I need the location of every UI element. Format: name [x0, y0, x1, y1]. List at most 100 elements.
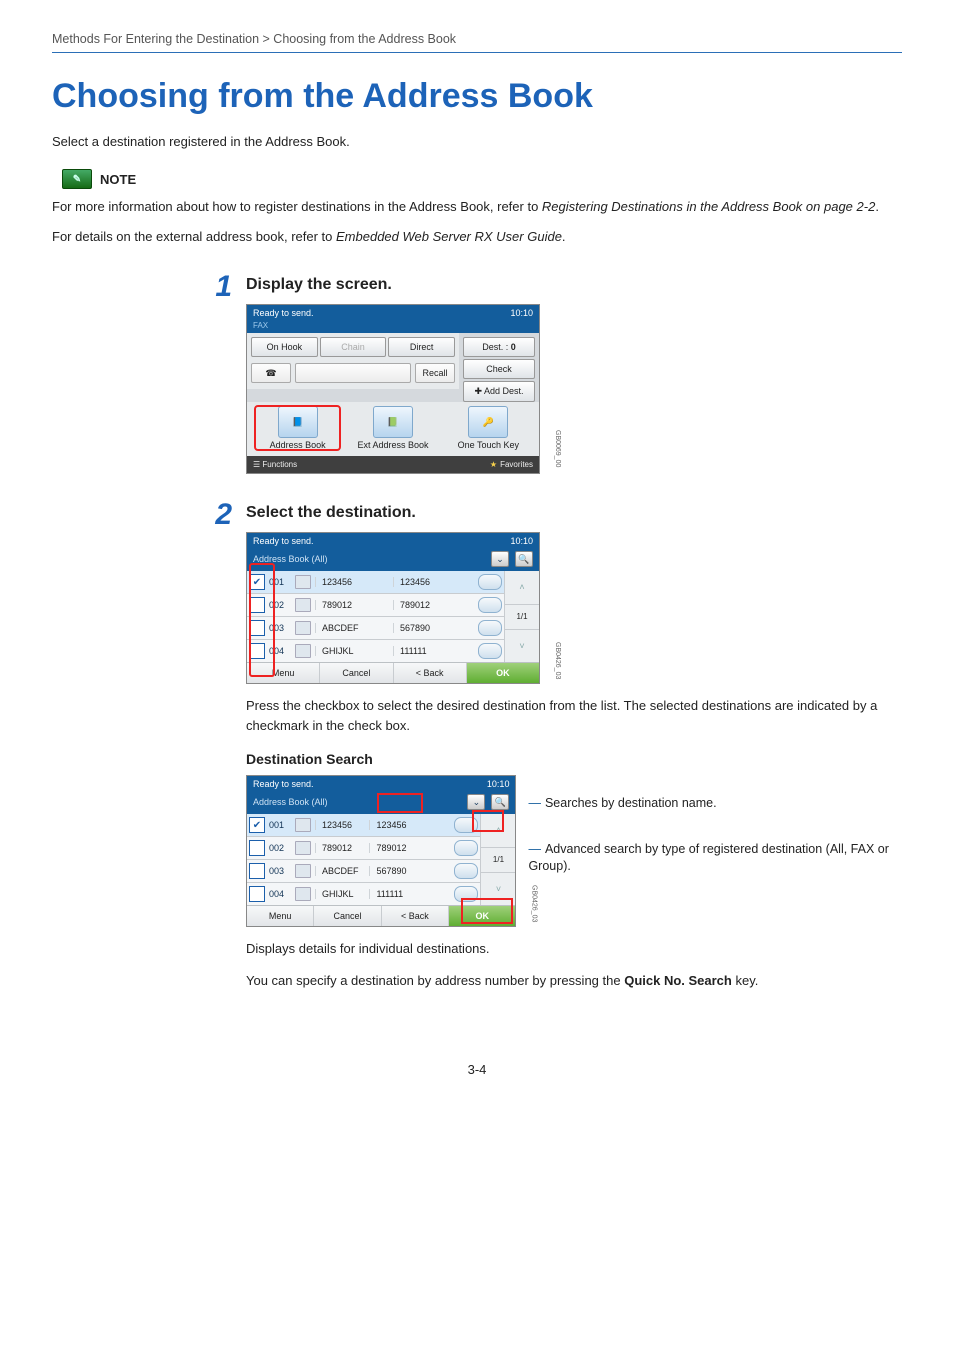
- note-text-1a: For more information about how to regist…: [52, 199, 542, 214]
- row-checkbox[interactable]: [249, 817, 265, 833]
- screen-tag-3: GB0426_03: [530, 885, 537, 922]
- menu-button-2[interactable]: Menu: [247, 906, 314, 926]
- cancel-button[interactable]: Cancel: [320, 663, 393, 683]
- fax-icon: [295, 841, 311, 855]
- favorites-button[interactable]: ★Favorites: [490, 460, 533, 469]
- row-detail-button[interactable]: [478, 574, 502, 590]
- row-detail-button[interactable]: [478, 620, 502, 636]
- row-fax: 123456: [369, 820, 446, 830]
- row-number: 004: [269, 646, 291, 656]
- list-row[interactable]: 001 123456 123456: [247, 814, 480, 836]
- fax-icon: [295, 818, 311, 832]
- row-detail-button[interactable]: [454, 886, 478, 902]
- pager: 1/1: [505, 604, 539, 630]
- ext-address-book-button[interactable]: 📗 Ext Address Book: [350, 406, 435, 450]
- step-2-number: 2: [192, 500, 232, 530]
- menu-button[interactable]: Menu: [247, 663, 320, 683]
- s2-sub: Address Book (All): [253, 554, 328, 564]
- row-name: 123456: [315, 820, 365, 830]
- row-number: 004: [269, 889, 291, 899]
- list-row[interactable]: 002789012789012: [247, 593, 504, 616]
- screen-sub: FAX: [253, 321, 268, 330]
- header-rule: [52, 52, 902, 53]
- row-detail-button[interactable]: [454, 817, 478, 833]
- back-button-2[interactable]: < Back: [382, 906, 449, 926]
- row-number: 001: [269, 820, 291, 830]
- step-1-number: 1: [192, 272, 232, 302]
- row-fax: 567890: [393, 623, 470, 633]
- search-icon[interactable]: 🔍: [515, 551, 533, 567]
- note-ref-2: Embedded Web Server RX User Guide: [336, 229, 562, 244]
- row-number: 003: [269, 623, 291, 633]
- row-checkbox[interactable]: [249, 620, 265, 636]
- scroll-up-icon[interactable]: ˄: [505, 571, 539, 604]
- list-row[interactable]: 004 GHIJKL 111111: [247, 639, 504, 662]
- list-row[interactable]: 002789012789012: [247, 836, 480, 859]
- pager-2: 1/1: [481, 847, 515, 873]
- dest-count: Dest. : 0: [463, 337, 535, 357]
- recall-button[interactable]: Recall: [415, 363, 455, 383]
- ok-button[interactable]: OK: [467, 663, 539, 683]
- list-row[interactable]: 001123456123456: [247, 571, 504, 593]
- fax-icon: [295, 644, 311, 658]
- anno-search-name: —Searches by destination name.: [528, 795, 902, 813]
- scroll-down-icon[interactable]: ˅: [505, 630, 539, 663]
- row-checkbox[interactable]: [249, 643, 265, 659]
- row-name: 123456: [315, 577, 389, 587]
- row-name: GHIJKL: [315, 646, 389, 656]
- address-book-icon: 📘: [278, 406, 318, 438]
- filter-dropdown-2[interactable]: ⌄: [467, 794, 485, 810]
- row-detail-button[interactable]: [454, 840, 478, 856]
- check-button[interactable]: Check: [463, 359, 535, 379]
- list-row[interactable]: 003ABCDEF567890: [247, 859, 480, 882]
- breadcrumb: Methods For Entering the Destination > C…: [52, 32, 902, 46]
- add-dest-button[interactable]: ✚ Add Dest.: [463, 381, 535, 402]
- screen-time: 10:10: [510, 308, 533, 318]
- address-book-button[interactable]: 📘 Address Book: [255, 406, 340, 450]
- note-text-2: For details on the external address book…: [52, 227, 902, 247]
- destination-search-heading: Destination Search: [246, 751, 902, 767]
- scroll-down-icon-2[interactable]: ˅: [481, 873, 515, 906]
- row-checkbox[interactable]: [249, 863, 265, 879]
- quick-no-text: You can specify a destination by address…: [246, 971, 902, 991]
- destination-search-screen: Ready to send. 10:10 Address Book (All) …: [246, 775, 516, 927]
- fax-icon: [295, 575, 311, 589]
- address-book-list-screen: Ready to send. 10:10 Address Book (All) …: [246, 532, 540, 684]
- row-name: ABCDEF: [315, 623, 389, 633]
- page-title: Choosing from the Address Book: [52, 77, 902, 116]
- scroll-up-icon-2[interactable]: ˄: [481, 814, 515, 847]
- row-detail-button[interactable]: [478, 597, 502, 613]
- row-checkbox[interactable]: [249, 886, 265, 902]
- search-icon-2[interactable]: 🔍: [491, 794, 509, 810]
- screen-ready: Ready to send.: [253, 308, 314, 318]
- quick-no-key: Quick No. Search: [624, 973, 732, 988]
- list-row[interactable]: 004GHIJKL111111: [247, 882, 480, 905]
- on-hook-button[interactable]: On Hook: [251, 337, 318, 357]
- filter-dropdown[interactable]: ⌄: [491, 551, 509, 567]
- row-detail-button[interactable]: [454, 863, 478, 879]
- row-name: ABCDEF: [315, 866, 365, 876]
- chain-button[interactable]: Chain: [320, 337, 387, 357]
- back-button[interactable]: < Back: [394, 663, 467, 683]
- s2-ready: Ready to send.: [253, 536, 314, 546]
- ok-button-2[interactable]: OK: [449, 906, 515, 926]
- row-detail-button[interactable]: [478, 643, 502, 659]
- row-checkbox[interactable]: [249, 597, 265, 613]
- lead-text: Select a destination registered in the A…: [52, 134, 902, 149]
- row-fax: 111111: [393, 646, 470, 656]
- cancel-button-2[interactable]: Cancel: [314, 906, 381, 926]
- row-number: 002: [269, 843, 291, 853]
- row-checkbox[interactable]: [249, 840, 265, 856]
- one-touch-key-icon: 🔑: [468, 406, 508, 438]
- s2-time: 10:10: [510, 536, 533, 546]
- row-number: 001: [269, 577, 291, 587]
- note-bar: ✎ NOTE: [52, 165, 146, 193]
- screen-tag-1: GB0069_00: [554, 430, 561, 467]
- functions-button[interactable]: ☰ Functions: [253, 460, 297, 469]
- direct-button[interactable]: Direct: [388, 337, 455, 357]
- row-checkbox[interactable]: [249, 574, 265, 590]
- row-number: 002: [269, 600, 291, 610]
- fax-icon: [295, 864, 311, 878]
- one-touch-key-button[interactable]: 🔑 One Touch Key: [446, 406, 531, 450]
- list-row[interactable]: 003 ABCDEF 567890: [247, 616, 504, 639]
